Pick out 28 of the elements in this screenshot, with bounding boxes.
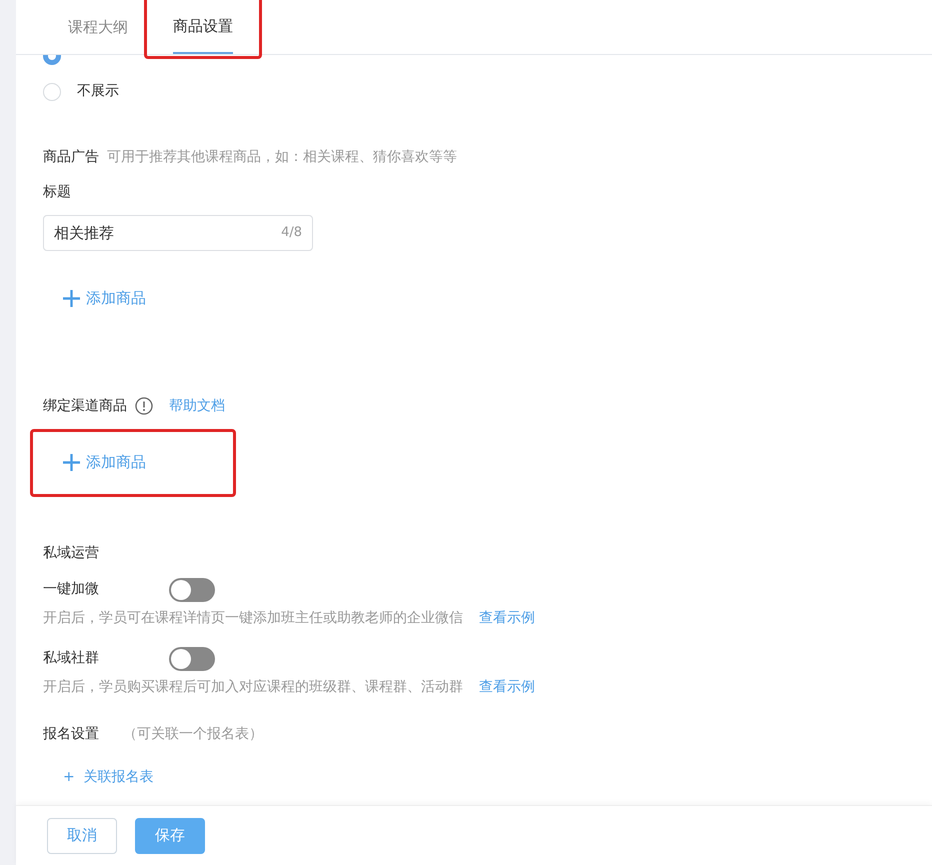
link-signup-form-link[interactable]: + 关联报名表	[63, 766, 154, 788]
toggle-description: 开启后，学员购买课程后可加入对应课程的班级群、课程群、活动群	[43, 678, 463, 696]
section-title: 报名设置	[43, 724, 99, 744]
tab[interactable]: 课程大纲	[52, 0, 144, 55]
toggle-label: 私域社群	[43, 649, 100, 668]
section-title: 绑定渠道商品	[43, 396, 127, 416]
plus-icon	[63, 290, 80, 307]
section-title: 商品广告	[43, 148, 99, 167]
toggle-description: 开启后，学员可在课程详情页一键添加班主任或助教老师的企业微信	[43, 608, 463, 628]
info-icon	[135, 397, 153, 415]
char-counter: 4/8	[281, 224, 302, 242]
add-product-button[interactable]: 添加商品	[63, 451, 146, 474]
section-hint: 可用于推荐其他课程商品，如：相关课程、猜你喜欢等等	[107, 148, 457, 167]
tab[interactable]: 商品设置	[157, 0, 249, 54]
help-link[interactable]: 帮助文档	[169, 396, 225, 416]
section-title: 私域运营	[43, 544, 100, 562]
save-button[interactable]: 保存	[135, 818, 205, 854]
toggle-switch[interactable]	[169, 646, 215, 670]
cancel-button[interactable]: 取消	[47, 818, 117, 854]
toggle-label: 一键加微	[43, 580, 100, 599]
field-label: 标题	[43, 183, 72, 202]
example-link[interactable]: 查看示例	[479, 608, 535, 628]
radio-label: 不展示	[77, 82, 119, 101]
example-link[interactable]: 查看示例	[479, 676, 535, 698]
section-hint: （可关联一个报名表）	[123, 724, 263, 744]
add-product-button[interactable]: 添加商品	[63, 287, 146, 310]
toggle-switch[interactable]	[169, 578, 215, 602]
plus-icon	[63, 454, 80, 471]
